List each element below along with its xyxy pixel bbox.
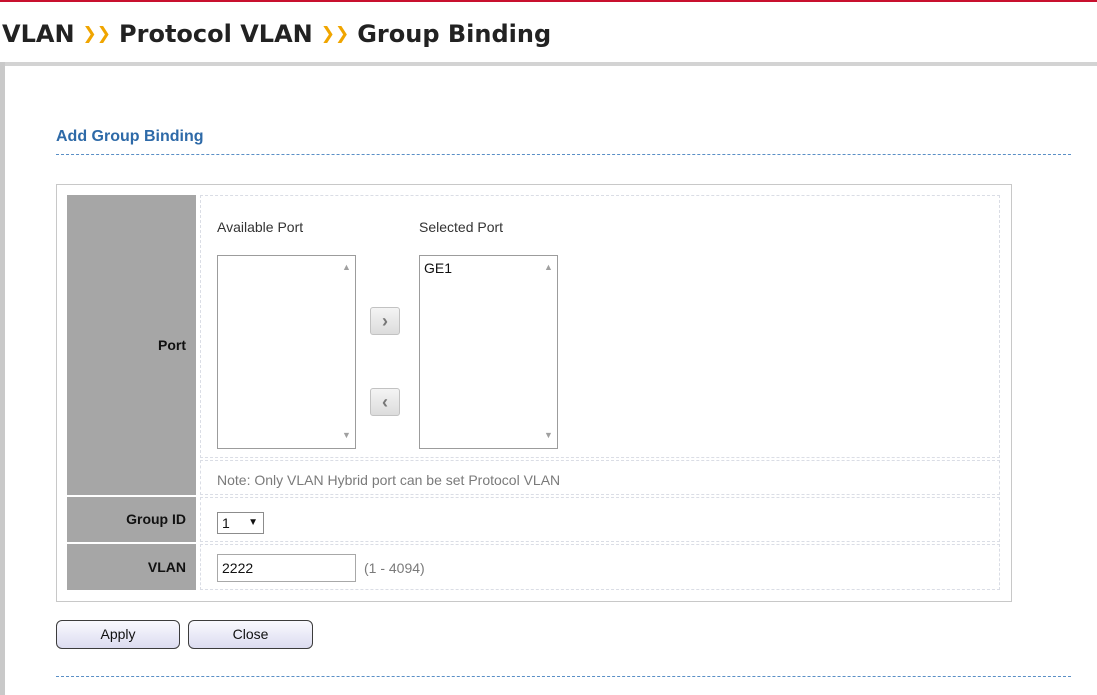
available-port-header: Available Port <box>217 219 304 235</box>
breadcrumb-protocol-vlan: Protocol VLAN <box>119 20 313 48</box>
vlan-range-hint: (1 - 4094) <box>364 560 425 576</box>
selected-port-header: Selected Port <box>419 219 504 235</box>
breadcrumb: VLAN ❯❯ Protocol VLAN ❯❯ Group Binding <box>0 14 551 54</box>
group-id-label: Group ID <box>67 497 196 542</box>
remove-port-button[interactable]: ‹ <box>370 388 400 416</box>
chevron-right-icon: › <box>382 311 388 331</box>
add-port-button[interactable]: › <box>370 307 400 335</box>
add-group-binding-form: Port Available Port Selected Port ▲ ▼ › … <box>56 184 1012 602</box>
vlan-label: VLAN <box>67 544 196 590</box>
breadcrumb-separator-icon: ❯❯ <box>320 24 350 44</box>
selected-port-scrollbar[interactable]: ▲ ▼ <box>540 256 557 448</box>
breadcrumb-group-binding: Group Binding <box>357 20 552 48</box>
selected-port-list[interactable]: GE1 ▲ ▼ <box>419 255 558 449</box>
apply-button[interactable]: Apply <box>56 620 180 649</box>
group-id-value: 1 <box>222 515 230 531</box>
selected-port-item[interactable]: GE1 <box>424 260 452 276</box>
vlan-cell: (1 - 4094) <box>200 544 1000 590</box>
scroll-up-icon[interactable]: ▲ <box>544 262 553 272</box>
breadcrumb-separator-icon: ❯❯ <box>82 24 112 44</box>
port-note-cell: Note: Only VLAN Hybrid port can be set P… <box>200 460 1000 495</box>
left-border <box>0 62 5 695</box>
available-port-scrollbar[interactable]: ▲ ▼ <box>338 256 355 448</box>
scroll-down-icon[interactable]: ▼ <box>342 430 351 440</box>
vlan-input[interactable] <box>217 554 356 582</box>
section-divider <box>56 154 1071 155</box>
chevron-left-icon: ‹ <box>382 392 388 412</box>
scroll-down-icon[interactable]: ▼ <box>544 430 553 440</box>
breadcrumb-vlan: VLAN <box>2 20 75 48</box>
port-label: Port <box>67 195 196 495</box>
title-underline <box>0 62 1097 66</box>
group-id-select[interactable]: 1 ▼ <box>217 512 264 534</box>
dropdown-arrow-icon: ▼ <box>248 517 258 528</box>
port-selector-cell: Available Port Selected Port ▲ ▼ › ‹ GE1… <box>200 195 1000 458</box>
group-id-cell: 1 ▼ <box>200 497 1000 542</box>
port-note: Note: Only VLAN Hybrid port can be set P… <box>217 472 561 488</box>
scroll-up-icon[interactable]: ▲ <box>342 262 351 272</box>
available-port-list[interactable]: ▲ ▼ <box>217 255 356 449</box>
top-accent-line <box>0 0 1097 2</box>
close-button[interactable]: Close <box>188 620 313 649</box>
section-title: Add Group Binding <box>56 128 204 145</box>
bottom-divider <box>56 676 1071 677</box>
